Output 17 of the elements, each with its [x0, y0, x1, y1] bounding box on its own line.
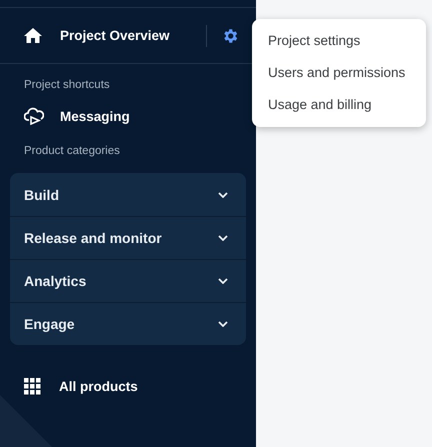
menu-item[interactable]: Users and permissions [252, 57, 426, 89]
section-label: Project shortcuts [23, 79, 111, 91]
chevron-icon [218, 192, 228, 198]
chevron-icon [218, 235, 228, 241]
section-label: Product categories [23, 145, 121, 157]
menu-item[interactable]: Project settings [252, 25, 426, 57]
all-products-link[interactable]: All products [0, 368, 256, 404]
category-item[interactable]: Engage [10, 302, 246, 345]
grid-icon [24, 378, 41, 394]
category-item[interactable]: Analytics [10, 259, 246, 302]
category-item[interactable]: Build [10, 173, 246, 216]
cloud-icon [24, 107, 44, 125]
project-overview-link[interactable]: Project Overview [60, 28, 206, 43]
home-icon [24, 28, 42, 43]
chevron-icon [218, 321, 228, 327]
category-item[interactable]: Release and monitor [10, 216, 246, 259]
chevron-icon [218, 278, 228, 284]
